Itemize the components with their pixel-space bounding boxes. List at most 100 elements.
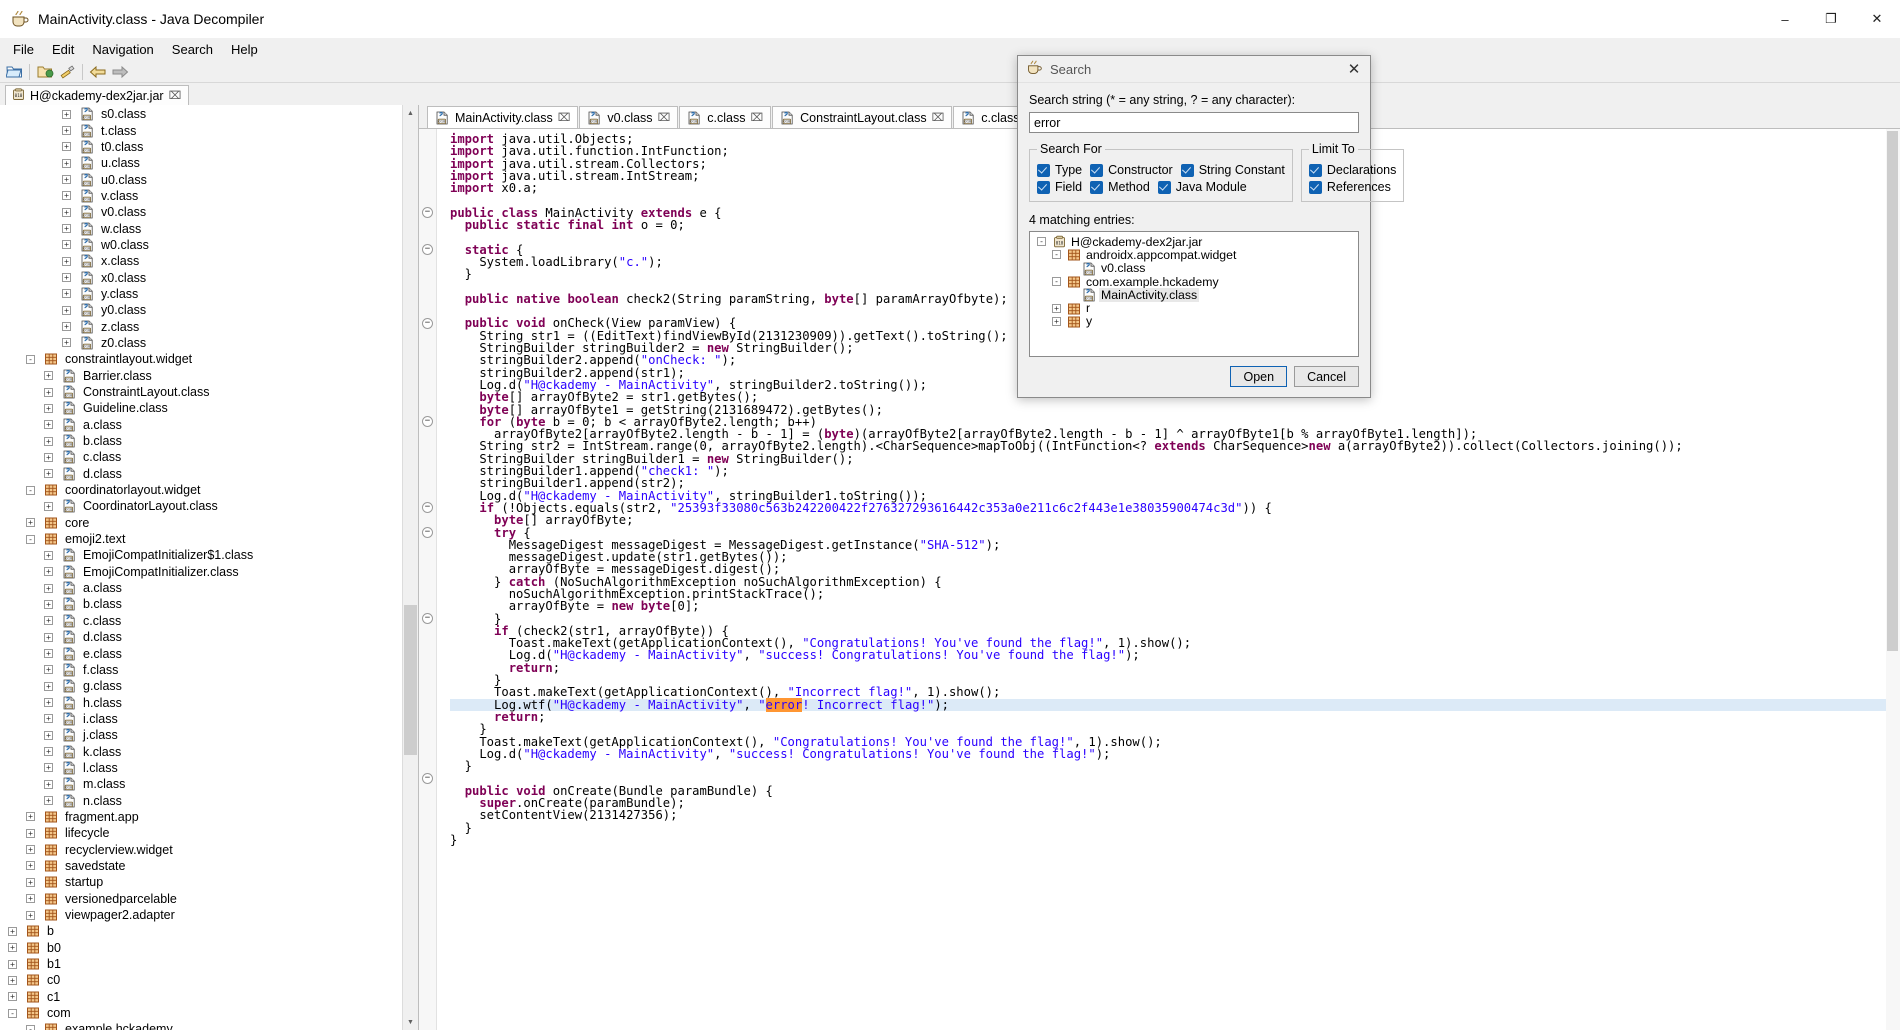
tree-node[interactable]: +010 a.class — [0, 580, 418, 596]
back-arrow-icon[interactable] — [87, 62, 109, 82]
menu-help[interactable]: Help — [222, 39, 267, 60]
tree-expander-icon[interactable]: + — [44, 567, 53, 577]
tree-expander-icon[interactable]: + — [26, 910, 35, 920]
tree-expander-icon[interactable]: + — [8, 959, 17, 969]
tree-expander-icon[interactable]: + — [44, 583, 53, 593]
cancel-button[interactable]: Cancel — [1294, 366, 1359, 387]
editor-gutter[interactable]: − − − − − − − − — [419, 129, 437, 1030]
tree-scrollbar[interactable]: ▲ ▼ — [402, 105, 418, 1030]
tree-expander-icon[interactable]: + — [8, 926, 17, 936]
checkbox-field[interactable]: Field — [1037, 180, 1082, 194]
tree-node[interactable]: +010 i.class — [0, 711, 418, 727]
checkbox-icon[interactable] — [1037, 180, 1050, 194]
tree-expander-icon[interactable]: + — [62, 207, 71, 217]
menu-search[interactable]: Search — [163, 39, 222, 60]
result-expander-icon[interactable]: - — [1052, 277, 1061, 287]
code-fold-toggle[interactable]: − — [422, 243, 433, 255]
checkbox-string-constant[interactable]: String Constant — [1180, 163, 1285, 177]
tree-expander-icon[interactable]: + — [62, 109, 71, 119]
tree-expander-icon[interactable]: + — [62, 305, 71, 315]
menu-file[interactable]: File — [4, 39, 43, 60]
editor-tab[interactable]: 010 v0.class ⌧ — [579, 106, 679, 128]
tree-expander-icon[interactable]: - — [8, 1008, 17, 1018]
tree-node[interactable]: +010 Barrier.class — [0, 368, 418, 384]
tree-expander-icon[interactable]: + — [44, 747, 53, 757]
tree-expander-icon[interactable]: - — [26, 354, 35, 364]
tree-node[interactable]: +010 d.class — [0, 629, 418, 645]
tree-expander-icon[interactable]: + — [26, 877, 35, 887]
result-expander-icon[interactable]: - — [1037, 237, 1046, 247]
tree-expander-icon[interactable]: + — [62, 322, 71, 332]
tree-expander-icon[interactable]: + — [26, 845, 35, 855]
tree-node[interactable]: +010 b.class — [0, 596, 418, 612]
editor-scroll-thumb[interactable] — [1887, 131, 1898, 651]
search-results-list[interactable]: -010 H@ckademy-dex2jar.jar - androidx.appco… — [1029, 231, 1359, 357]
tree-expander-icon[interactable]: + — [26, 828, 35, 838]
code-fold-toggle[interactable]: − — [422, 317, 433, 329]
tree-node[interactable]: +010 u.class — [0, 155, 418, 171]
tree-node[interactable]: +010 j.class — [0, 727, 418, 743]
tree-node[interactable]: +010 CoordinatorLayout.class — [0, 498, 418, 514]
tree-node[interactable]: +010 m.class — [0, 776, 418, 792]
checkbox-type[interactable]: Type — [1037, 163, 1082, 177]
tree-node[interactable]: +010 e.class — [0, 645, 418, 661]
search-result-node[interactable]: + y — [1035, 314, 1358, 328]
tree-expander-icon[interactable]: + — [44, 550, 53, 560]
tree-node[interactable]: + b — [0, 923, 418, 939]
search-input[interactable] — [1029, 112, 1359, 133]
checkbox-declarations[interactable]: Declarations — [1308, 163, 1396, 177]
open-type-icon[interactable] — [34, 62, 56, 82]
tree-node[interactable]: +010 w.class — [0, 220, 418, 236]
tree-expander-icon[interactable]: + — [26, 894, 35, 904]
close-icon[interactable]: ⌧ — [932, 111, 945, 124]
tree-expander-icon[interactable]: + — [44, 436, 53, 446]
tree-expander-icon[interactable]: + — [44, 763, 53, 773]
search-result-node[interactable]: - com.example.hckademy — [1035, 275, 1358, 289]
tree-node[interactable]: + lifecycle — [0, 825, 418, 841]
menu-edit[interactable]: Edit — [43, 39, 83, 60]
close-button[interactable]: ✕ — [1854, 0, 1900, 38]
checkbox-icon[interactable] — [1037, 163, 1050, 177]
checkbox-icon[interactable] — [1157, 180, 1171, 194]
open-file-icon[interactable] — [3, 62, 25, 82]
search-dialog[interactable]: Search ✕ Search string (* = any string, … — [1017, 55, 1405, 398]
maximize-button[interactable]: ❐ — [1808, 0, 1854, 38]
checkbox-constructor[interactable]: Constructor — [1090, 163, 1173, 177]
tree-node[interactable]: + viewpager2.adapter — [0, 907, 418, 923]
tree-node[interactable]: +010 z.class — [0, 318, 418, 334]
tree-node[interactable]: +010 w0.class — [0, 237, 418, 253]
search-result-node[interactable]: - androidx.appcompat.widget — [1035, 248, 1358, 262]
checkbox-icon[interactable] — [1090, 163, 1104, 177]
search-result-node[interactable]: 010 MainActivity.class — [1035, 287, 1358, 302]
tree-node[interactable]: +010 g.class — [0, 678, 418, 694]
tree-expander-icon[interactable]: + — [44, 665, 53, 675]
tree-node[interactable]: - example.hckademy — [0, 1021, 418, 1030]
tree-node[interactable]: +010 z0.class — [0, 335, 418, 351]
open-button[interactable]: Open — [1230, 366, 1288, 387]
tree-scroll-thumb[interactable] — [404, 605, 417, 755]
close-icon[interactable]: ⌧ — [658, 111, 671, 124]
scroll-down-icon[interactable]: ▼ — [403, 1014, 418, 1030]
result-expander-icon[interactable]: - — [1052, 250, 1061, 260]
package-tree[interactable]: +010 s0.class +010 t.class +010 t0.class +010 u… — [0, 105, 418, 1030]
tree-expander-icon[interactable]: + — [8, 975, 17, 985]
tree-expander-icon[interactable]: + — [44, 698, 53, 708]
tree-expander-icon[interactable]: - — [26, 1024, 35, 1030]
tree-expander-icon[interactable]: + — [44, 649, 53, 659]
tree-node[interactable]: +010 b.class — [0, 433, 418, 449]
tree-expander-icon[interactable]: + — [44, 599, 53, 609]
tree-node[interactable]: - constraintlayout.widget — [0, 351, 418, 367]
tree-node[interactable]: + c0 — [0, 972, 418, 988]
tree-node[interactable]: + core — [0, 515, 418, 531]
tree-expander-icon[interactable]: + — [62, 224, 71, 234]
tree-node[interactable]: - com — [0, 1005, 418, 1021]
search-result-node[interactable]: + r — [1035, 301, 1358, 315]
code-fold-toggle[interactable]: − — [422, 206, 433, 218]
tree-expander-icon[interactable]: + — [26, 812, 35, 822]
minimize-button[interactable]: – — [1762, 0, 1808, 38]
tree-node[interactable]: - coordinatorlayout.widget — [0, 482, 418, 498]
checkbox-method[interactable]: Method — [1090, 180, 1150, 194]
tree-node[interactable]: + savedstate — [0, 858, 418, 874]
tree-node[interactable]: +010 x0.class — [0, 269, 418, 285]
forward-arrow-icon[interactable] — [109, 62, 131, 82]
